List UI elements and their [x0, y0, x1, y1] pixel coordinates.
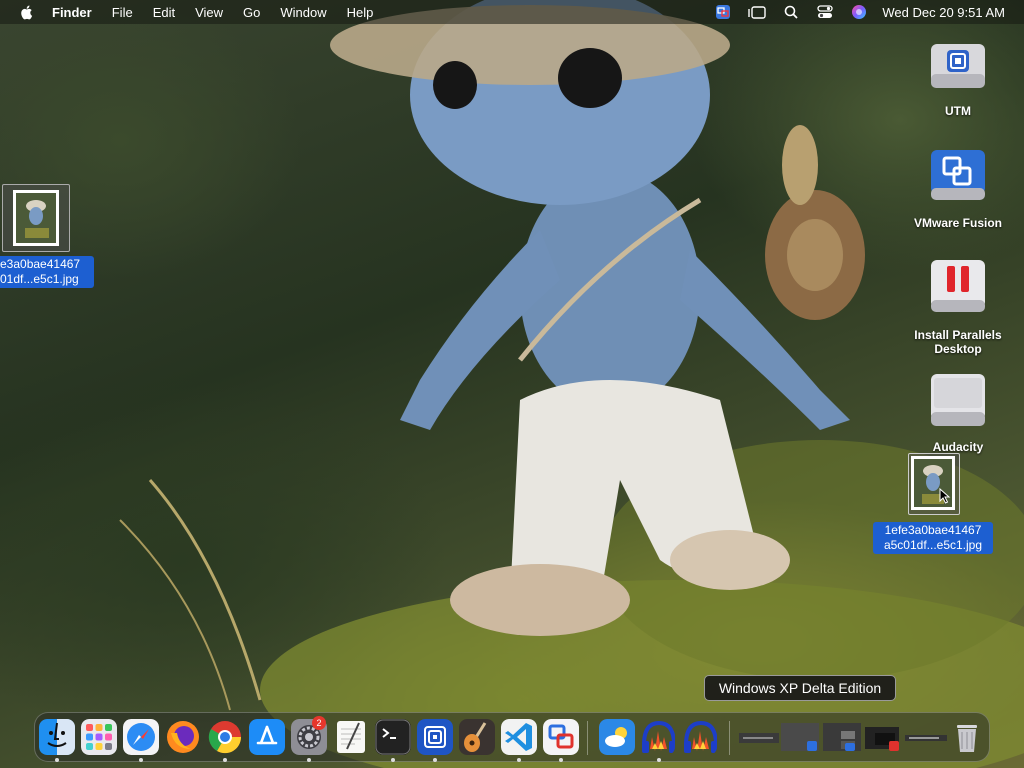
dock-safari[interactable] — [123, 719, 159, 755]
launchpad-icon — [81, 719, 117, 755]
menu-edit[interactable]: Edit — [153, 5, 175, 20]
stage-manager-icon[interactable] — [748, 4, 767, 20]
window-thumbnail-icon — [739, 733, 779, 743]
dock-firefox[interactable] — [165, 719, 201, 755]
install-parallels-label: Install Parallels Desktop — [914, 328, 1001, 356]
image-thumbnail-right[interactable] — [908, 453, 960, 515]
dock — [34, 712, 990, 762]
dock-minimized-window-3[interactable] — [823, 719, 861, 755]
running-indicator — [139, 758, 143, 762]
file-label-line: 01df...e5c1.jpg — [0, 272, 79, 286]
dock-separator — [587, 721, 588, 755]
dock-utm[interactable] — [417, 719, 453, 755]
running-indicator — [433, 758, 437, 762]
apple-menu-icon[interactable] — [18, 3, 36, 21]
dock-tooltip: Windows XP Delta Edition — [704, 675, 896, 701]
utm-icon — [417, 719, 453, 755]
control-center-icon[interactable] — [816, 4, 834, 20]
install-parallels-label-line2: Desktop — [934, 342, 982, 356]
utm-label: UTM — [945, 104, 971, 118]
finder-icon — [39, 719, 75, 755]
menu-finder[interactable]: Finder — [52, 5, 92, 20]
window-thumbnail-icon — [823, 723, 861, 751]
mouse-cursor-icon — [939, 488, 951, 504]
file-label-right[interactable]: 1efe3a0bae41467 a5c01df...e5c1.jpg — [873, 522, 993, 554]
desktop-icon-install-parallels[interactable]: Install Parallels Desktop — [914, 258, 1002, 358]
running-indicator — [657, 758, 661, 762]
desktop-icon-audacity[interactable]: Audacity — [928, 372, 988, 456]
dock-screens[interactable] — [543, 719, 579, 755]
screens-icon — [543, 719, 579, 755]
screens-icon[interactable] — [714, 4, 732, 20]
menu-help[interactable]: Help — [347, 5, 374, 20]
dock-vscode[interactable] — [501, 719, 537, 755]
dock-textedit[interactable] — [333, 719, 369, 755]
spotlight-search-icon[interactable] — [782, 4, 800, 20]
terminal-icon — [375, 719, 411, 755]
app-store-icon — [249, 719, 285, 755]
install-parallels-label-line1: Install Parallels — [914, 328, 1002, 342]
parallels-drive-icon — [931, 260, 985, 312]
vmware-drive-icon — [931, 150, 985, 200]
vscode-icon — [501, 719, 537, 755]
desktop-icon-vmware-fusion[interactable]: VMware Fusion — [914, 146, 1002, 230]
audacity-drive-icon — [931, 374, 985, 426]
running-indicator — [55, 758, 59, 762]
dock-minimized-window-4[interactable] — [865, 719, 903, 755]
file-label-left[interactable]: e3a0bae41467 01df...e5c1.jpg — [0, 256, 94, 288]
audacity-icon — [642, 720, 675, 753]
dock-chrome[interactable] — [207, 719, 243, 755]
running-indicator — [223, 758, 227, 762]
desktop-icon-utm[interactable]: UTM — [928, 36, 988, 120]
file-label-line: a5c01df...e5c1.jpg — [883, 538, 983, 552]
utm-drive-icon — [931, 44, 985, 88]
window-thumbnail-icon — [865, 727, 899, 751]
siri-icon[interactable] — [850, 4, 868, 20]
dock-finder[interactable] — [39, 719, 75, 755]
dock-audacity-2[interactable] — [681, 719, 717, 755]
menu-view[interactable]: View — [195, 5, 223, 20]
weather-icon — [599, 719, 635, 755]
running-indicator — [517, 758, 521, 762]
menu-go[interactable]: Go — [243, 5, 260, 20]
dock-launchpad[interactable] — [81, 719, 117, 755]
dock-terminal[interactable] — [375, 719, 411, 755]
dock-minimized-window-1[interactable] — [739, 719, 779, 755]
dock-app-store[interactable] — [249, 719, 285, 755]
image-file-icon — [13, 190, 59, 246]
wallpaper-figure — [119, 0, 1024, 768]
audacity-label: Audacity — [932, 440, 984, 454]
menu-bar: Finder File Edit View Go Window Help Wed… — [0, 0, 1024, 24]
image-thumbnail-left[interactable] — [2, 184, 70, 252]
audacity-icon — [684, 720, 717, 753]
running-indicator — [307, 758, 311, 762]
safari-icon — [123, 719, 159, 755]
running-indicator — [391, 758, 395, 762]
file-label-line: e3a0bae41467 — [0, 257, 81, 271]
system-settings-badge: 2 — [312, 716, 326, 730]
dock-weather[interactable] — [599, 719, 635, 755]
desktop-wallpaper — [0, 0, 1024, 768]
dock-minimized-window-5[interactable] — [905, 719, 947, 755]
trash-icon — [957, 725, 977, 752]
file-label-line: 1efe3a0bae41467 — [884, 523, 982, 537]
vmware-fusion-label: VMware Fusion — [913, 216, 1003, 230]
window-thumbnail-icon — [781, 723, 819, 751]
running-indicator — [559, 758, 563, 762]
menu-bar-status-area: Wed Dec 20 9:51 AM — [698, 4, 1005, 20]
chrome-icon — [208, 721, 242, 754]
dock-separator — [729, 721, 730, 755]
dock-audacity[interactable] — [639, 719, 675, 755]
dock-minimized-window-2[interactable] — [781, 719, 819, 755]
guitar-icon — [459, 719, 495, 755]
menu-file[interactable]: File — [112, 5, 133, 20]
menu-bar-clock[interactable]: Wed Dec 20 9:51 AM — [882, 5, 1005, 20]
firefox-icon — [167, 721, 199, 753]
menu-window[interactable]: Window — [280, 5, 326, 20]
dock-trash[interactable] — [949, 719, 985, 755]
dock-garageband[interactable] — [459, 719, 495, 755]
textedit-icon — [337, 721, 365, 753]
window-thumbnail-icon — [905, 735, 947, 741]
